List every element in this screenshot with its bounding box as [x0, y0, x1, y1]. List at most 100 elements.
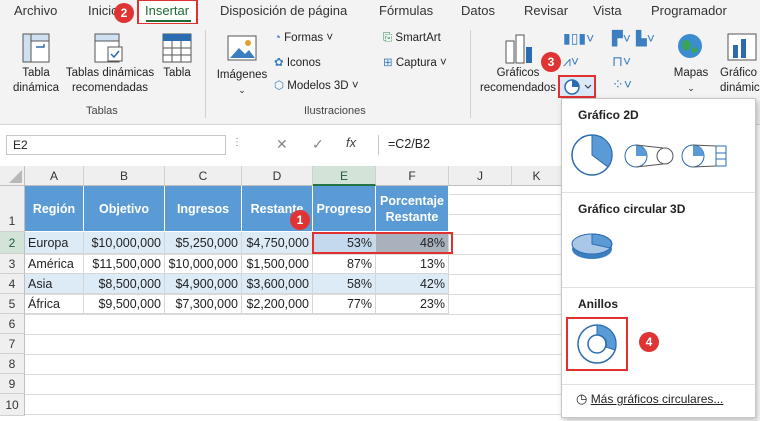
models3d-button[interactable]: ⬡ Modelos 3D ˅: [274, 78, 359, 92]
formula-input[interactable]: =C2/B2: [388, 137, 430, 151]
combo-chart-icon[interactable]: ▙˅: [636, 30, 655, 47]
pivot-table-icon: [22, 33, 50, 66]
shapes-button[interactable]: ◔ Formas ˅: [274, 32, 333, 44]
dropdown-divider: [562, 384, 755, 385]
ribbon-separator: [470, 30, 471, 118]
pie-of-pie-option[interactable]: [623, 142, 675, 173]
table-header-porcentaje-restante[interactable]: Porcentaje Restante: [376, 186, 449, 232]
table-cell[interactable]: 87%: [313, 254, 376, 274]
pie-of-pie-icon: [624, 144, 674, 168]
table-cell[interactable]: $4,900,000: [165, 274, 242, 294]
table-cell[interactable]: $2,200,000: [242, 294, 313, 314]
table-cell[interactable]: $8,500,000: [84, 274, 165, 294]
statistic-chart-icon[interactable]: ⊓˅: [612, 53, 631, 70]
column-header-B[interactable]: B: [84, 166, 165, 186]
table-cell[interactable]: $1,500,000: [242, 254, 313, 274]
column-header-F[interactable]: F: [376, 166, 449, 186]
pie-chart-dropdown: Gráfico 2D Gráfico circular 3D Anillos ◷…: [561, 98, 756, 418]
tab-archivo[interactable]: Archivo: [14, 3, 57, 18]
enter-icon[interactable]: ✓: [312, 136, 324, 153]
table-cell[interactable]: $7,300,000: [165, 294, 242, 314]
doughnut-icon: [577, 324, 617, 364]
scatter-chart-icon[interactable]: ⁘˅: [612, 76, 632, 93]
table-cell[interactable]: 13%: [376, 254, 449, 274]
icons-button[interactable]: ✿ Iconos: [274, 55, 321, 69]
screenshot-button[interactable]: ⊞ Captura ˅: [383, 55, 447, 69]
tab-disposicion[interactable]: Disposición de página: [220, 3, 347, 18]
table-header-ingresos[interactable]: Ingresos: [165, 186, 242, 232]
table-cell[interactable]: 42%: [376, 274, 449, 294]
pie-chart-button[interactable]: [558, 75, 596, 98]
row-header-6[interactable]: 6: [0, 314, 25, 334]
pivot-chart-button[interactable]: Gráfico dinámico: [720, 66, 760, 96]
table-cell[interactable]: 77%: [313, 294, 376, 314]
smartart-icon: ⎘: [383, 32, 393, 44]
doughnut-option[interactable]: [566, 317, 628, 371]
section-title-3d: Gráfico circular 3D: [578, 202, 686, 216]
table-button[interactable]: Tabla: [158, 66, 196, 81]
more-pie-charts-link[interactable]: ◷ Más gráficos circulares...: [576, 391, 723, 407]
row-header-1[interactable]: 1: [0, 186, 25, 232]
step-badge-1: 1: [290, 210, 310, 230]
table-header-objetivo[interactable]: Objetivo: [84, 186, 165, 232]
tab-insertar[interactable]: Insertar: [145, 3, 189, 18]
table-header-region[interactable]: Región: [25, 186, 84, 232]
column-header-K[interactable]: K: [512, 166, 562, 186]
table-cell[interactable]: Europa: [25, 232, 84, 254]
chevron-down-icon: ⌄: [687, 83, 695, 93]
column-header-A[interactable]: A: [25, 166, 84, 186]
select-all-corner[interactable]: [0, 166, 25, 186]
table-header-progreso[interactable]: Progreso: [313, 186, 376, 232]
pie-2d-option[interactable]: [568, 131, 616, 182]
table-cell[interactable]: $4,750,000: [242, 232, 313, 254]
row-header-3[interactable]: 3: [0, 254, 25, 274]
line-chart-icon[interactable]: ⩘˅: [563, 53, 579, 70]
table-cell[interactable]: 58%: [313, 274, 376, 294]
name-box[interactable]: E2: [6, 135, 226, 155]
images-button[interactable]: Imágenes ⌄: [214, 68, 270, 98]
pivot-table-button[interactable]: Tabla dinámica: [8, 66, 64, 96]
row-header-10[interactable]: 10: [0, 394, 25, 416]
dropdown-divider: [562, 192, 755, 193]
table-cell[interactable]: $10,000,000: [84, 232, 165, 254]
column-header-C[interactable]: C: [165, 166, 242, 186]
hierarchy-chart-icon[interactable]: ▛˅: [612, 30, 631, 47]
row-header-5[interactable]: 5: [0, 294, 25, 314]
tab-revisar[interactable]: Revisar: [524, 3, 568, 18]
table-cell[interactable]: $11,500,000: [84, 254, 165, 274]
table-cell[interactable]: América: [25, 254, 84, 274]
table-cell[interactable]: 23%: [376, 294, 449, 314]
table-cell[interactable]: $9,500,000: [84, 294, 165, 314]
table-cell[interactable]: $3,600,000: [242, 274, 313, 294]
table-cell[interactable]: $5,250,000: [165, 232, 242, 254]
maps-button[interactable]: Mapas ⌄: [668, 66, 714, 96]
row-header-4[interactable]: 4: [0, 274, 25, 294]
tab-formulas[interactable]: Fórmulas: [379, 3, 433, 18]
smartart-button[interactable]: ⎘ SmartArt: [383, 32, 441, 45]
table-cell[interactable]: $10,000,000: [165, 254, 242, 274]
tab-vista[interactable]: Vista: [593, 3, 622, 18]
tab-datos[interactable]: Datos: [461, 3, 495, 18]
table-cell[interactable]: Asia: [25, 274, 84, 294]
tab-programador[interactable]: Programador: [651, 3, 727, 18]
table-cell[interactable]: África: [25, 294, 84, 314]
cancel-icon[interactable]: ✕: [276, 136, 288, 153]
pie-3d-option[interactable]: [568, 227, 616, 270]
more-pie-charts-label: Más gráficos circulares...: [590, 392, 724, 406]
bar-of-pie-option[interactable]: [680, 142, 730, 173]
recommended-pivot-button[interactable]: Tablas dinámicas recomendadas: [62, 66, 158, 96]
cube-icon: ⬡: [274, 80, 285, 92]
pivot-table-label-1: Tabla: [22, 67, 50, 79]
pivot-table-label-2: dinámica: [12, 82, 60, 94]
maps-icon: [676, 32, 704, 63]
column-header-D[interactable]: D: [242, 166, 313, 186]
row-header-7[interactable]: 7: [0, 334, 25, 354]
column-header-J[interactable]: J: [449, 166, 512, 186]
row-header-2[interactable]: 2: [0, 232, 25, 254]
icons-label: Iconos: [286, 57, 321, 69]
column-chart-icon[interactable]: ▮▯▮˅: [563, 30, 594, 47]
column-header-E[interactable]: E: [313, 166, 376, 186]
row-header-9[interactable]: 9: [0, 374, 25, 394]
row-header-8[interactable]: 8: [0, 354, 25, 374]
fx-icon[interactable]: fx: [346, 135, 356, 150]
